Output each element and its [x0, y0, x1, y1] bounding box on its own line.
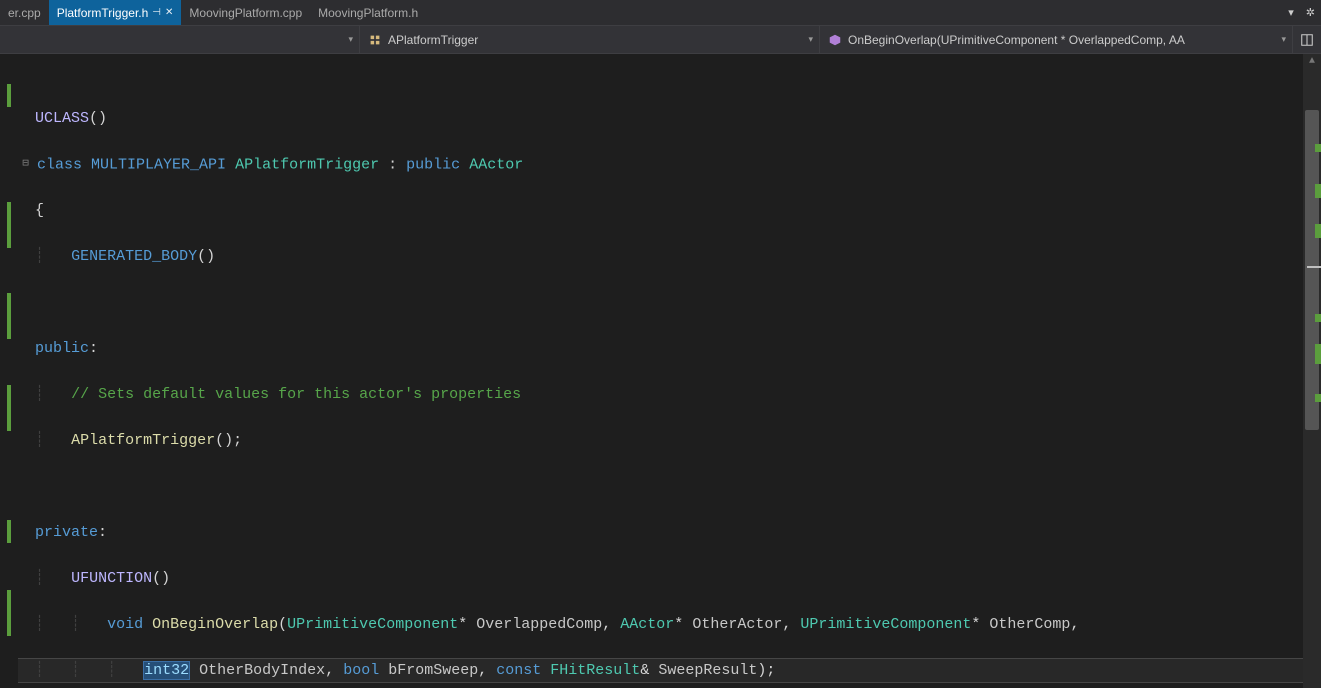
class-icon	[368, 33, 382, 47]
code-token: void	[107, 616, 143, 633]
code-token: APlatformTrigger	[71, 432, 215, 449]
code-token: class	[37, 156, 82, 173]
code-token: UPrimitiveComponent	[800, 616, 971, 633]
vertical-scrollbar[interactable]: ▲	[1303, 54, 1321, 688]
code-token: SweepResult	[658, 662, 757, 679]
scrollbar-thumb[interactable]	[1305, 110, 1319, 430]
nav-scope-dropdown[interactable]: ▾	[0, 26, 360, 53]
tab-label: MoovingPlatform.cpp	[189, 6, 302, 20]
code-editor[interactable]: UCLASS() ⊟class MULTIPLAYER_API APlatfor…	[18, 54, 1303, 688]
pin-icon[interactable]: ⊣	[152, 7, 161, 18]
nav-method-dropdown[interactable]: OnBeginOverlap(UPrimitiveComponent * Ove…	[820, 26, 1293, 53]
tab-moovingplatform-cpp[interactable]: MoovingPlatform.cpp	[181, 0, 310, 25]
code-token: AActor	[469, 156, 523, 173]
code-token: UFUNCTION	[71, 570, 152, 587]
code-token: GENERATED_BODY	[71, 248, 197, 265]
scroll-up-icon[interactable]: ▲	[1303, 56, 1321, 67]
code-comment: // Sets default values for this actor's …	[71, 386, 521, 403]
current-line: ┊ ┊ ┊ int32 OtherBodyIndex, bool bFromSw…	[18, 659, 1303, 682]
code-token: {	[35, 202, 44, 219]
tab-overflow-button[interactable]: ▾	[1282, 6, 1300, 19]
nav-method-label: OnBeginOverlap(UPrimitiveComponent * Ove…	[848, 33, 1185, 47]
code-token: bFromSweep	[388, 662, 478, 679]
chevron-down-icon: ▾	[808, 34, 813, 45]
tab-moovingplatform-h[interactable]: MoovingPlatform.h	[310, 0, 426, 25]
nav-class-label: APlatformTrigger	[388, 33, 478, 47]
tab-label: MoovingPlatform.h	[318, 6, 418, 20]
code-token: FHitResult	[550, 662, 640, 679]
code-token: private	[35, 524, 98, 541]
editor-area: UCLASS() ⊟class MULTIPLAYER_API APlatfor…	[0, 54, 1321, 688]
code-token: bool	[343, 662, 379, 679]
tab-er-cpp[interactable]: er.cpp	[0, 0, 49, 25]
code-token: OtherBodyIndex	[199, 662, 325, 679]
code-token: UPrimitiveComponent	[287, 616, 458, 633]
tab-platformtrigger-h[interactable]: PlatformTrigger.h ⊣ ✕	[49, 0, 182, 25]
chevron-down-icon: ▾	[348, 34, 353, 45]
tab-label: er.cpp	[8, 6, 41, 20]
close-icon[interactable]: ✕	[165, 7, 173, 18]
tab-bar: er.cpp PlatformTrigger.h ⊣ ✕ MoovingPlat…	[0, 0, 1321, 26]
code-token: OverlappedComp	[476, 616, 602, 633]
nav-class-dropdown[interactable]: APlatformTrigger ▾	[360, 26, 820, 53]
method-icon	[828, 33, 842, 47]
code-token: MULTIPLAYER_API	[91, 156, 226, 173]
code-token: public	[406, 156, 460, 173]
code-token: OtherComp	[989, 616, 1070, 633]
code-token: APlatformTrigger	[235, 156, 379, 173]
change-gutter	[0, 54, 18, 688]
code-token-highlight: int32	[143, 661, 190, 680]
tab-label: PlatformTrigger.h	[57, 6, 149, 20]
settings-icon[interactable]: ✲	[1300, 6, 1321, 19]
code-token: public	[35, 340, 89, 357]
navigation-bar: ▾ APlatformTrigger ▾ OnBeginOverlap(UPri…	[0, 26, 1321, 54]
code-token: AActor	[620, 616, 674, 633]
chevron-down-icon: ▾	[1281, 34, 1286, 45]
fold-minus-icon[interactable]: ⊟	[20, 153, 31, 176]
code-token: OnBeginOverlap	[152, 616, 278, 633]
split-editor-button[interactable]	[1293, 26, 1321, 53]
code-token: UCLASS	[35, 110, 89, 127]
code-token: OtherActor	[692, 616, 782, 633]
code-token: const	[496, 662, 541, 679]
